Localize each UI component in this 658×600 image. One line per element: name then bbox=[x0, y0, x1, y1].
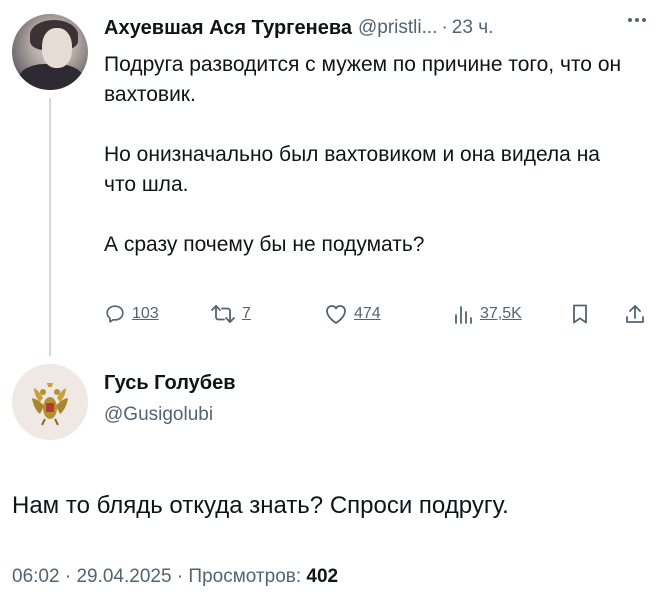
tweet-text: Подруга разводится с мужем по причине то… bbox=[104, 50, 624, 260]
more-horizontal-icon[interactable] bbox=[628, 18, 646, 22]
meta-date[interactable]: 29.04.2025 bbox=[76, 566, 171, 587]
reply-tweet-text: Нам то блядь откуда знать? Спроси подруг… bbox=[12, 492, 509, 519]
views-button[interactable]: 37,5K bbox=[452, 300, 522, 328]
bookmark-icon bbox=[573, 304, 587, 324]
like-count: 474 bbox=[354, 305, 381, 322]
tweet-header: Ахуевшая Ася Тургенева @pristli... · 23 … bbox=[104, 14, 646, 42]
reply-button[interactable]: 103 bbox=[104, 300, 159, 328]
author-handle[interactable]: @pristli... bbox=[358, 17, 437, 39]
retweet-count: 7 bbox=[242, 305, 251, 322]
reply-author-avatar[interactable] bbox=[12, 364, 88, 440]
heart-icon bbox=[326, 305, 346, 324]
like-button[interactable]: 474 bbox=[324, 300, 381, 328]
header-separator: · bbox=[441, 17, 448, 38]
reply-author-name[interactable]: Гусь Голубев bbox=[104, 372, 236, 395]
reply-count: 103 bbox=[132, 305, 159, 322]
author-avatar[interactable] bbox=[12, 14, 88, 90]
meta-time[interactable]: 06:02 bbox=[12, 566, 60, 587]
tweet-paragraph: Но онизначально был вахтовиком и она вид… bbox=[104, 143, 600, 196]
views-label: Просмотров: bbox=[188, 566, 302, 587]
bookmark-button[interactable] bbox=[570, 300, 590, 328]
views-count-total: 402 bbox=[306, 566, 339, 587]
retweet-icon bbox=[211, 305, 235, 323]
double-headed-eagle-icon bbox=[12, 364, 88, 440]
tweet-paragraph: А сразу почему бы не подумать? bbox=[104, 233, 425, 256]
views-count: 37,5K bbox=[480, 305, 522, 322]
analytics-icon bbox=[455, 306, 472, 324]
thread-connector-line bbox=[49, 98, 51, 356]
retweet-button[interactable]: 7 bbox=[210, 300, 251, 328]
tweet-action-bar: 103 7 474 37,5K bbox=[104, 300, 650, 328]
reply-author-handle[interactable]: @Gusigolubi bbox=[104, 404, 213, 426]
reply-icon bbox=[106, 305, 124, 323]
meta-separator: · bbox=[176, 566, 184, 587]
author-name[interactable]: Ахуевшая Ася Тургенева bbox=[104, 17, 352, 40]
meta-separator: · bbox=[64, 566, 72, 587]
share-button[interactable] bbox=[624, 300, 646, 328]
tweet-paragraph: Подруга разводится с мужем по причине то… bbox=[104, 53, 622, 106]
tweet-meta: 06:02 · 29.04.2025 · Просмотров: 402 bbox=[12, 566, 338, 588]
parent-tweet[interactable]: Ахуевшая Ася Тургенева @pristli... · 23 … bbox=[0, 0, 658, 356]
tweet-timestamp[interactable]: 23 ч. bbox=[452, 17, 494, 39]
share-icon bbox=[626, 305, 644, 323]
